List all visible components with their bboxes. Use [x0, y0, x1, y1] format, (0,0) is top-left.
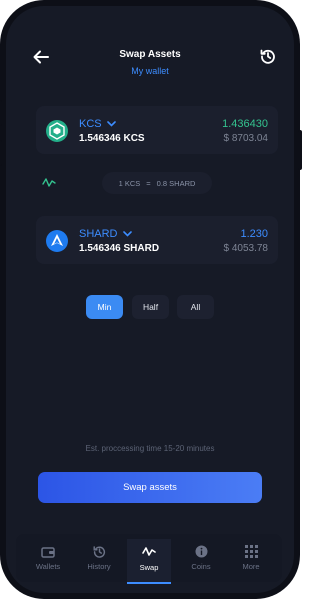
chevron-down-icon — [106, 121, 116, 127]
shard-icon — [46, 230, 68, 252]
exchange-rate: 1 KCS = 0.8 SHARD — [102, 172, 212, 194]
grid-icon — [244, 545, 258, 558]
info-icon — [195, 545, 207, 558]
to-asset-fiat: $ 4053.78 — [223, 243, 269, 254]
nav-label-coins: Coins — [191, 562, 211, 571]
app-screen: Swap Assets My wallet KCS 1.546346 KCS 1… — [6, 6, 294, 593]
to-asset-amount: 1.546346 SHARD — [79, 243, 160, 254]
nav-label-history: History — [87, 562, 111, 571]
from-asset-card[interactable]: KCS 1.546346 KCS 1.436430 $ 8703.04 — [36, 106, 278, 154]
nav-item-history[interactable]: History — [77, 534, 121, 582]
rate-equals: = — [146, 178, 151, 188]
power-button — [298, 130, 302, 170]
to-asset-symbol: SHARD — [79, 228, 118, 240]
processing-time-note: Est. proccessing time 15-20 minutes — [85, 444, 215, 453]
from-asset-fiat: $ 8703.04 — [223, 133, 269, 144]
rate-from: 1 KCS — [118, 178, 141, 188]
page-title: Swap Assets — [119, 49, 181, 60]
swap-icon — [142, 546, 156, 556]
from-asset-value: 1.436430 — [222, 118, 268, 130]
rate-to: 0.8 SHARD — [156, 178, 196, 188]
to-asset-selector[interactable]: SHARD — [79, 228, 132, 240]
nav-label-more: More — [242, 562, 260, 571]
wallet-selector[interactable]: My wallet — [6, 66, 294, 76]
nav-item-wallets[interactable]: Wallets — [26, 534, 70, 582]
history-icon[interactable] — [260, 48, 276, 64]
history-icon — [92, 546, 105, 558]
volume-down-button — [0, 140, 2, 166]
amount-half-button[interactable]: Half — [132, 295, 169, 319]
nav-item-more[interactable]: More — [229, 534, 273, 582]
nav-item-swap[interactable]: Swap — [127, 534, 171, 582]
volume-up-button — [0, 100, 2, 126]
wallet-icon — [41, 546, 55, 558]
to-asset-value: 1.230 — [240, 228, 268, 240]
chevron-down-icon — [122, 231, 132, 237]
kucoin-icon — [46, 120, 68, 142]
nav-item-coins[interactable]: Coins — [179, 534, 223, 582]
from-asset-selector[interactable]: KCS — [79, 118, 116, 130]
amount-min-button[interactable]: Min — [86, 295, 123, 319]
from-asset-symbol: KCS — [79, 118, 102, 130]
to-asset-card[interactable]: SHARD 1.546346 SHARD 1.230 $ 4053.78 — [36, 216, 278, 264]
nav-label-wallets: Wallets — [35, 561, 61, 571]
from-asset-amount: 1.546346 KCS — [79, 133, 145, 144]
nav-label-swap: Swap — [139, 562, 159, 572]
phone-frame: Swap Assets My wallet KCS 1.546346 KCS 1… — [0, 0, 302, 599]
amount-all-button[interactable]: All — [177, 295, 214, 319]
swap-assets-button[interactable]: Swap assets — [38, 472, 262, 503]
swap-direction-icon[interactable] — [42, 176, 56, 190]
